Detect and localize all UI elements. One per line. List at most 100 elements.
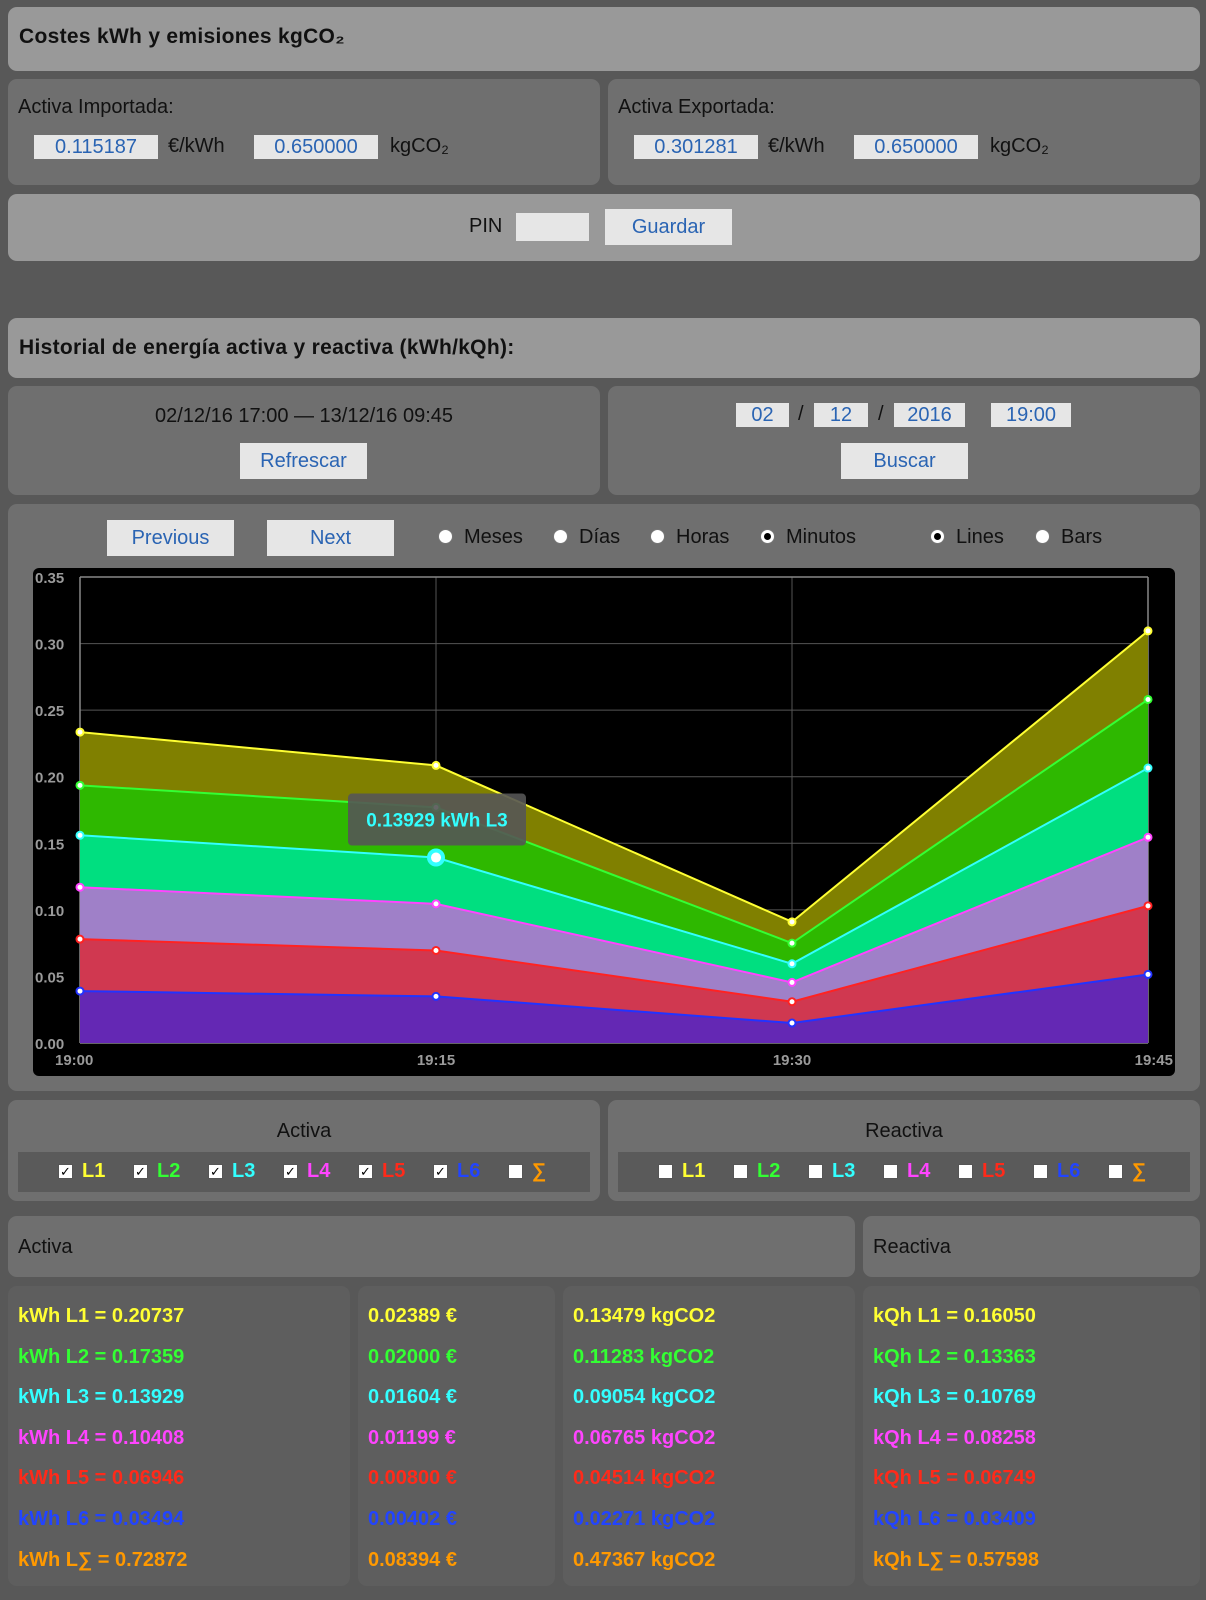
tooltip-marker [427,848,445,867]
legend_reactiva-checkbox-4[interactable] [883,1164,898,1179]
point-l3 [75,830,85,840]
point-l2 [1143,694,1153,704]
legend_activa-label-6: L6 [457,1160,481,1182]
time-input[interactable]: 19:00 [991,403,1071,427]
refresh-button[interactable]: Refrescar [240,443,367,479]
kqh-value-5: kQh L5 = 0.06749 [873,1467,1036,1490]
energy-area-chart[interactable]: 0.00 0.05 0.10 0.15 0.20 0.25 0.30 0.35 19:00 19:… [33,568,1175,1076]
point-l3 [1143,763,1153,773]
previous-button[interactable]: Previous [107,520,234,556]
legend_activa-label-3: L3 [232,1160,256,1182]
next-button[interactable]: Next [267,520,394,556]
y-tick-label: 0.20 [35,770,64,787]
month-input[interactable]: 12 [814,403,868,427]
import-co2-unit: kgCO₂ [390,135,449,157]
point-l5 [1143,901,1153,911]
legend_reactiva-label-2: L2 [757,1160,781,1182]
point-l6 [75,986,85,996]
search-button[interactable]: Buscar [841,443,968,479]
legend_activa-checkbox-3[interactable]: ✓ [208,1164,223,1179]
legend_reactiva-label-5: L5 [982,1160,1006,1182]
import-price-unit: €/kWh [168,135,225,157]
point-l1 [1143,626,1153,636]
point-l4 [431,899,441,909]
y-tick-label: 0.25 [35,703,64,720]
radio-label-bars: Bars [1061,526,1103,548]
legend_activa-checkbox-4[interactable]: ✓ [283,1164,298,1179]
point-l6 [431,991,441,1001]
point-l2 [75,780,85,790]
legend_reactiva-checkbox-6[interactable] [1033,1164,1048,1179]
x-tick-label: 19:30 [773,1052,811,1069]
y-tick-label: 0.30 [35,637,64,654]
y-tick-label: 0.15 [35,836,64,853]
legend_reactiva-checkbox-7[interactable] [1108,1164,1123,1179]
legend-activa-title: Activa [276,1120,332,1142]
summary-kqh-panel: kQh L1 = 0.16050 kQh L2 = 0.13363 kQh L3 =… [863,1286,1200,1586]
costs-title: Costes kWh y emisiones kgCO₂ [19,25,345,48]
legend_activa-label-7: ∑ [532,1160,547,1182]
import-price-input[interactable]: 0.115187 [34,135,158,159]
legend_reactiva-checkbox-1[interactable] [658,1164,673,1179]
kwh-value-1: kWh L1 = 0.20737 [18,1305,185,1327]
radio-dias[interactable] [553,529,568,544]
export-panel: Activa Exportada: 0.301281 €/kWh 0.65000… [608,79,1200,185]
co2-value-4: 0.06765 kgCO2 [573,1426,716,1449]
pin-label: PIN [469,215,503,237]
legend_activa-checkbox-7[interactable] [508,1164,523,1179]
legend_activa-checkbox-5[interactable]: ✓ [358,1164,373,1179]
date-range: 02/12/16 17:00 — 13/12/16 09:45 [154,405,454,427]
legend_reactiva-checkbox-3[interactable] [808,1164,823,1179]
kqh-value-3: kQh L3 = 0.10769 [873,1386,1036,1409]
legend_reactiva-checkbox-2[interactable] [733,1164,748,1179]
import-panel: Activa Importada: 0.115187 €/kWh 0.65000… [8,79,600,185]
point-l1 [75,727,85,737]
co2-value-6: 0.02271 kgCO2 [573,1508,716,1530]
kwh-value-5: kWh L5 = 0.06946 [18,1467,185,1490]
kwh-value-7: kWh L∑ = 0.72872 [18,1548,188,1571]
export-co2-unit: kgCO₂ [990,135,1049,157]
legend_reactiva-checkbox-5[interactable] [958,1164,973,1179]
legend_reactiva-label-3: L3 [832,1160,856,1182]
radio-lines[interactable] [930,529,945,544]
pin-input[interactable] [516,213,589,241]
legend_activa-checkbox-2[interactable]: ✓ [133,1164,148,1179]
legend_reactiva-label-7: ∑ [1132,1160,1147,1182]
legend_reactiva-label-6: L6 [1057,1160,1081,1182]
legend_activa-checkbox-6[interactable]: ✓ [433,1164,448,1179]
tooltip-text: 0.13929 kWh L3 [366,811,508,832]
import-label: Activa Importada: [18,96,174,118]
radio-label-meses: Meses [464,526,523,548]
y-tick-label: 0.35 [35,570,64,587]
summary-activa-header: Activa [8,1216,855,1277]
summary-activa-title: Activa [18,1236,73,1258]
export-price-input[interactable]: 0.301281 [634,135,758,159]
kqh-value-1: kQh L1 = 0.16050 [873,1305,1036,1327]
import-co2-input[interactable]: 0.650000 [254,135,378,159]
eur-value-4: 0.01199 € [368,1426,456,1449]
radio-bars[interactable] [1035,529,1050,544]
x-tick-label: 19:15 [417,1052,455,1069]
save-button[interactable]: Guardar [605,209,732,245]
eur-value-3: 0.01604 € [368,1386,457,1409]
x-tick-label: 19:45 [1135,1052,1173,1069]
kwh-value-4: kWh L4 = 0.10408 [18,1426,185,1449]
radio-horas[interactable] [650,529,665,544]
export-co2-input[interactable]: 0.650000 [854,135,978,159]
eur-value-7: 0.08394 € [368,1548,457,1571]
radio-minutos[interactable] [760,529,775,544]
co2-value-2: 0.11283 kgCO2 [573,1345,715,1368]
radio-meses[interactable] [438,529,453,544]
kqh-value-2: kQh L2 = 0.13363 [873,1345,1036,1368]
history-title: Historial de energía activa y reactiva (… [19,336,515,359]
legend_activa-checkbox-1[interactable]: ✓ [58,1164,73,1179]
legend_activa-label-2: L2 [157,1160,181,1182]
history-header: Historial de energía activa y reactiva (… [8,318,1200,378]
kqh-value-6: kQh L6 = 0.03409 [873,1508,1036,1530]
point-l6 [787,1018,797,1028]
day-input[interactable]: 02 [736,403,789,427]
year-input[interactable]: 2016 [894,403,965,427]
summary-kwh-panel: kWh L1 = 0.20737 kWh L2 = 0.17359 kWh L3 =… [8,1286,350,1586]
point-l5 [75,934,85,944]
legend_reactiva-label-1: L1 [682,1160,706,1182]
